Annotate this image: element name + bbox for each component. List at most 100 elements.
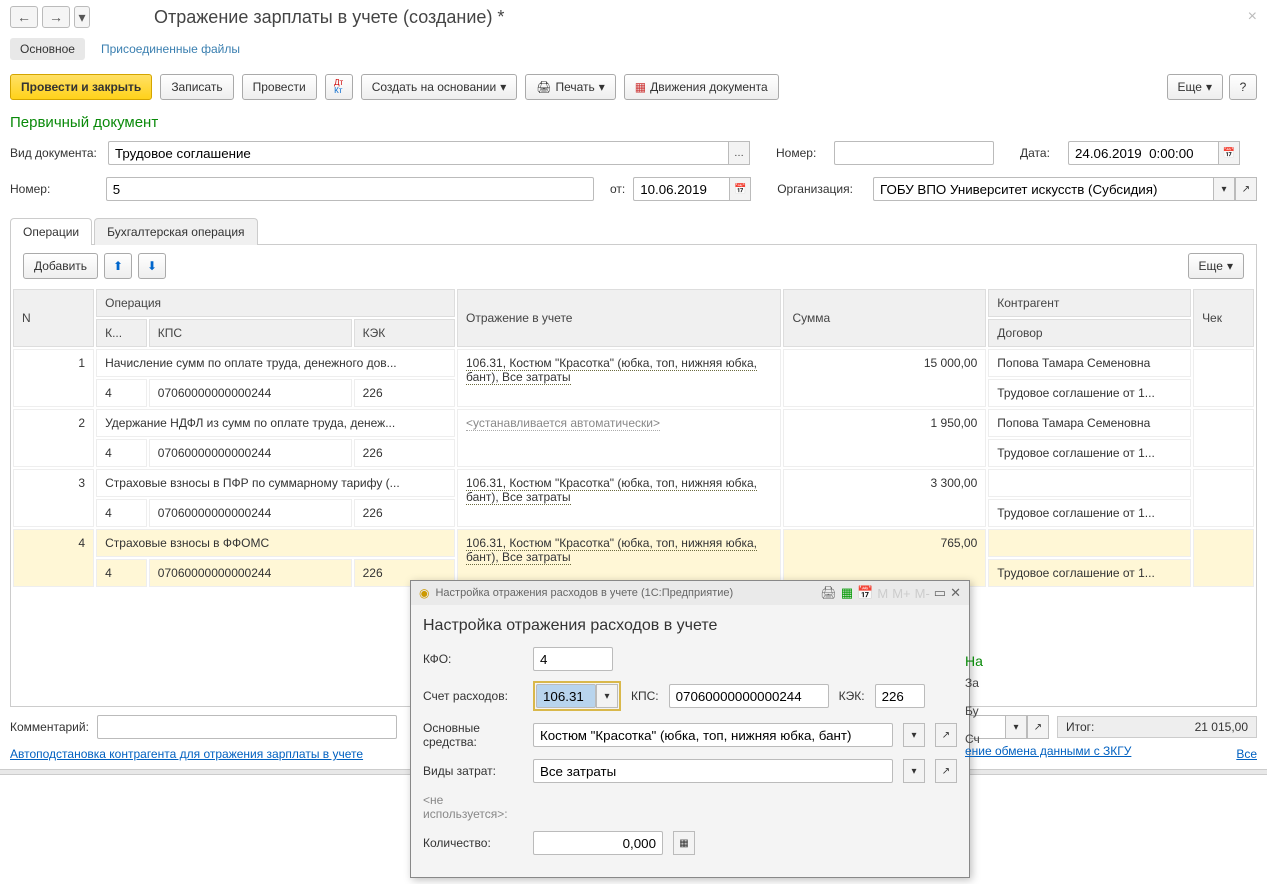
cell-contr <box>988 469 1191 497</box>
forward-button[interactable]: → <box>42 6 70 28</box>
col-kek[interactable]: КЭК <box>354 319 455 347</box>
doc-type-picker[interactable]: … <box>728 141 750 165</box>
doc-type-input[interactable] <box>108 141 728 165</box>
col-contr[interactable]: Контрагент <box>988 289 1191 317</box>
grid-more-button[interactable]: Еще▾ <box>1188 253 1244 279</box>
minimize-icon[interactable]: ▭ <box>934 585 946 601</box>
ot-input[interactable] <box>633 177 729 201</box>
print-button[interactable]: 🖨 Печать▾ <box>525 74 616 100</box>
cell-kek: 226 <box>354 499 455 527</box>
number2-label: Номер: <box>10 182 98 196</box>
table-row[interactable]: 1Начисление сумм по оплате труда, денежн… <box>13 349 1254 377</box>
date-picker[interactable]: 📅 <box>1218 141 1240 165</box>
cell-kps: 07060000000000244 <box>149 379 352 407</box>
close-icon[interactable]: × <box>1248 8 1257 26</box>
col-n[interactable]: N <box>13 289 94 347</box>
m-plus-icon[interactable]: M+ <box>892 586 910 601</box>
help-button[interactable]: ? <box>1229 74 1257 100</box>
cell-kps: 07060000000000244 <box>149 439 352 467</box>
cell-k: 4 <box>96 559 147 587</box>
number2-input[interactable] <box>106 177 594 201</box>
grid-more-label: Еще <box>1199 259 1223 273</box>
col-dog[interactable]: Договор <box>988 319 1191 347</box>
qty-input[interactable] <box>533 831 663 855</box>
table-row[interactable]: 3Страховые взносы в ПФР по суммарному та… <box>13 469 1254 497</box>
cell-op: Страховые взносы в ПФР по суммарному тар… <box>96 469 455 497</box>
table-row[interactable]: 4Страховые взносы в ФФОМС106.31, Костюм … <box>13 529 1254 557</box>
kek-input[interactable] <box>875 684 925 708</box>
ot-picker[interactable]: 📅 <box>729 177 751 201</box>
m-icon[interactable]: M <box>877 586 888 601</box>
col-kps[interactable]: КПС <box>149 319 352 347</box>
move-down-button[interactable]: ⬇ <box>138 253 166 279</box>
comment-input[interactable] <box>97 715 397 739</box>
vz-dropdown[interactable]: ▾ <box>903 759 925 783</box>
create-based-button[interactable]: Создать на основании▾ <box>361 74 518 100</box>
col-sum[interactable]: Сумма <box>783 289 986 347</box>
ot-label: от: <box>610 182 625 196</box>
org-dropdown[interactable]: ▾ <box>1213 177 1235 201</box>
submit-button[interactable]: Провести <box>242 74 317 100</box>
cell-op: Начисление сумм по оплате труда, денежно… <box>96 349 455 377</box>
calendar-icon[interactable]: 📅 <box>857 585 873 601</box>
add-button[interactable]: Добавить <box>23 253 98 279</box>
m-minus-icon[interactable]: M- <box>915 586 930 601</box>
submit-close-button[interactable]: Провести и закрыть <box>10 74 152 100</box>
col-refl[interactable]: Отражение в учете <box>457 289 781 347</box>
aux-dropdown[interactable]: ▾ <box>1005 715 1027 739</box>
cell-refl[interactable]: 106.31, Костюм "Красотка" (юбка, топ, ни… <box>457 469 781 527</box>
col-check[interactable]: Чек <box>1193 289 1254 347</box>
back-button[interactable]: ← <box>10 6 38 28</box>
dialog-titlebar: Настройка отражения расходов в учете (1С… <box>435 587 733 599</box>
org-open[interactable]: ↗ <box>1235 177 1257 201</box>
app-icon: ◉ <box>419 586 429 600</box>
number-input[interactable] <box>834 141 994 165</box>
dialog-title: Настройка отражения расходов в учете <box>423 617 957 635</box>
qty-calc[interactable]: ▦ <box>673 831 695 855</box>
cell-refl[interactable]: <устанавливается автоматически> <box>457 409 781 467</box>
acc-input[interactable] <box>536 684 596 708</box>
os-dropdown[interactable]: ▾ <box>903 723 925 747</box>
date-input[interactable] <box>1068 141 1218 165</box>
cell-refl[interactable]: 106.31, Костюм "Красотка" (юбка, топ, ни… <box>457 529 781 587</box>
save-button[interactable]: Записать <box>160 74 233 100</box>
col-op[interactable]: Операция <box>96 289 455 317</box>
table-row[interactable]: 2Удержание НДФЛ из сумм по оплате труда,… <box>13 409 1254 437</box>
tab-operations[interactable]: Операции <box>10 218 92 245</box>
vz-open[interactable]: ↗ <box>935 759 957 783</box>
move-up-button[interactable]: ⬆ <box>104 253 132 279</box>
os-input[interactable] <box>533 723 893 747</box>
dropdown-button[interactable]: ▾ <box>74 6 90 28</box>
calc-icon[interactable]: ▦ <box>841 585 853 601</box>
os-open[interactable]: ↗ <box>935 723 957 747</box>
dtkt-icon-button[interactable]: ДтКт <box>325 74 353 100</box>
tab-accounting[interactable]: Бухгалтерская операция <box>94 218 257 245</box>
org-input[interactable] <box>873 177 1213 201</box>
movements-button[interactable]: ▦ Движения документа <box>624 74 779 100</box>
cell-dog: Трудовое соглашение от 1... <box>988 559 1191 587</box>
aux-open[interactable]: ↗ <box>1027 715 1049 739</box>
cell-n: 3 <box>13 469 94 527</box>
acc-dropdown[interactable]: ▾ <box>596 684 618 708</box>
print-icon[interactable]: 🖨 <box>820 585 837 601</box>
all-link[interactable]: Все <box>1236 747 1257 761</box>
tab-main[interactable]: Основное <box>10 38 85 60</box>
cell-contr <box>988 529 1191 557</box>
cell-refl[interactable]: 106.31, Костюм "Красотка" (юбка, топ, ни… <box>457 349 781 407</box>
kfo-input[interactable] <box>533 647 613 671</box>
vz-input[interactable] <box>533 759 893 783</box>
exchange-link[interactable]: ение обмена данными с ЗКГУ <box>965 744 1131 758</box>
print-label: Печать <box>555 80 594 94</box>
date-label: Дата: <box>1020 146 1060 160</box>
dtkt-icon: ДтКт <box>334 79 343 95</box>
close-dialog-icon[interactable]: ✕ <box>950 585 961 601</box>
kps-input[interactable] <box>669 684 829 708</box>
ghost-heading: На <box>965 653 983 669</box>
arrow-up-icon: ⬆ <box>113 259 123 273</box>
col-k[interactable]: К... <box>96 319 147 347</box>
cell-contr: Попова Тамара Семеновна <box>988 409 1191 437</box>
auto-link[interactable]: Автоподстановка контрагента для отражени… <box>10 747 363 761</box>
cell-op: Удержание НДФЛ из сумм по оплате труда, … <box>96 409 455 437</box>
more-button[interactable]: Еще▾ <box>1167 74 1223 100</box>
tab-files[interactable]: Присоединенные файлы <box>93 38 248 60</box>
